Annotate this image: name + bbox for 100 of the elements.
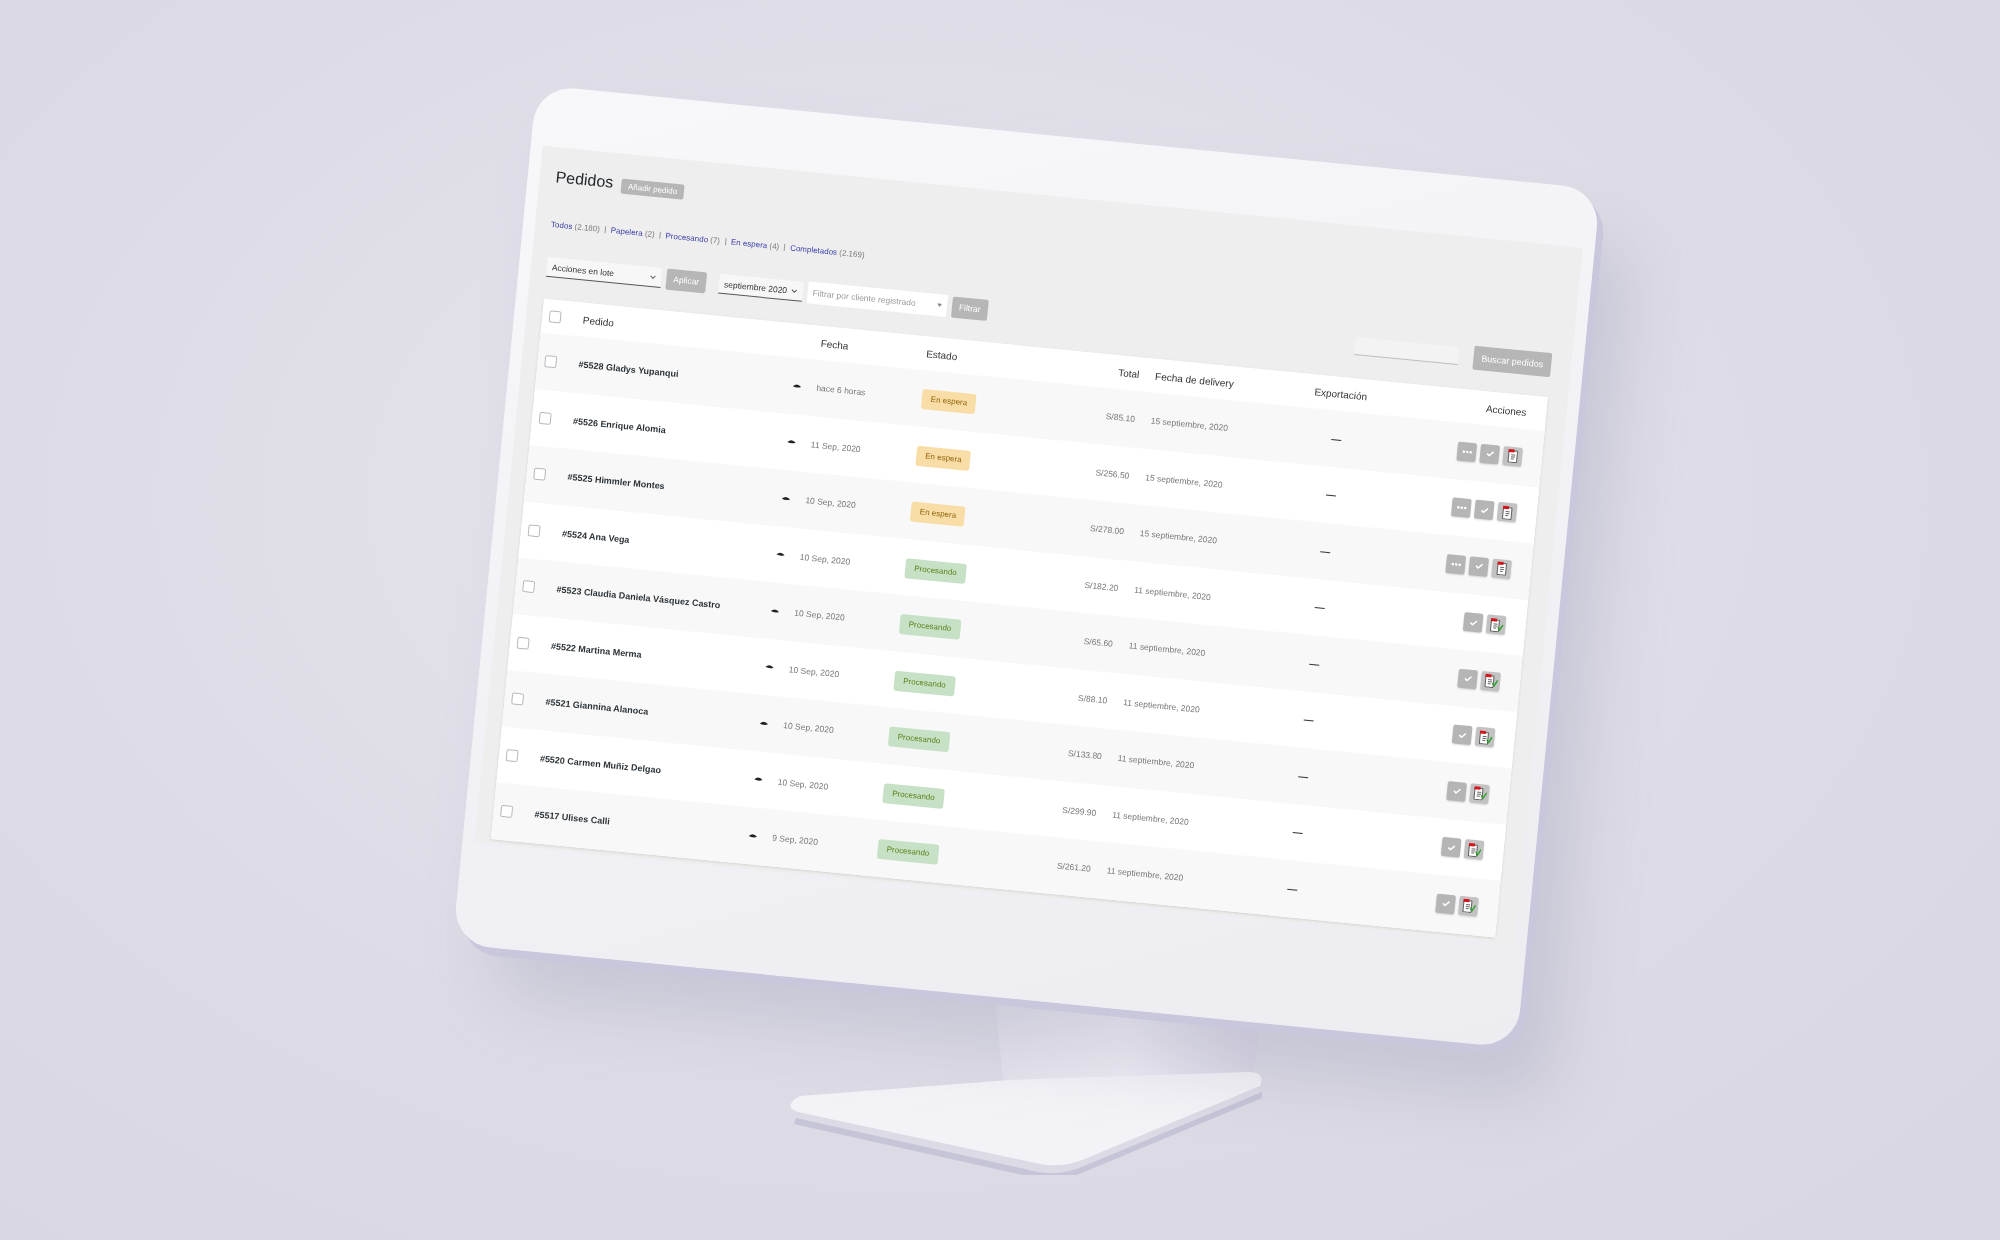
dots-icon (1450, 562, 1461, 567)
eye-icon (759, 720, 769, 727)
filter-link[interactable]: Todos (2.180) (550, 219, 601, 234)
status-badge: Procesando (893, 670, 956, 697)
order-link[interactable]: #5522 Martina Merma (550, 640, 643, 660)
eye-icon (781, 495, 791, 502)
chevron-down-icon (649, 274, 657, 279)
order-total: S/133.80 (1067, 748, 1103, 762)
column-header: Total (1117, 366, 1140, 380)
more-actions-button[interactable] (1456, 441, 1478, 463)
row-checkbox[interactable] (544, 355, 558, 369)
order-link[interactable]: #5520 Carmen Muñiz Delgao (539, 753, 662, 776)
invoice-button[interactable] (1485, 614, 1507, 636)
export-status: — (1314, 601, 1326, 614)
order-total: S/256.50 (1095, 467, 1130, 481)
invoice-button[interactable] (1474, 726, 1496, 748)
order-date: 10 Sep, 2020 (793, 607, 846, 623)
eye-icon (753, 776, 764, 783)
order-date: hace 6 horas (815, 382, 866, 398)
row-checkbox[interactable] (538, 411, 552, 425)
filter-link[interactable]: En espera (4) (730, 237, 780, 251)
row-checkbox[interactable] (505, 748, 519, 762)
export-status: — (1297, 770, 1309, 783)
export-status: — (1286, 882, 1298, 895)
order-date: 10 Sep, 2020 (777, 776, 829, 792)
order-link[interactable]: #5517 Ulises Calli (533, 809, 611, 827)
document-icon (1499, 504, 1515, 521)
page-title: Pedidos (554, 168, 615, 192)
more-actions-button[interactable] (1445, 553, 1467, 575)
delivery-date: 11 septiembre, 2020 (1122, 696, 1201, 715)
invoice-button[interactable] (1469, 783, 1490, 804)
row-checkbox[interactable] (533, 467, 547, 481)
invoice-button[interactable] (1463, 839, 1485, 861)
status-badge: Procesando (898, 614, 962, 641)
status-badge: Procesando (904, 558, 967, 584)
order-link[interactable]: #5528 Gladys Yupanqui (578, 359, 679, 380)
eye-icon (792, 383, 802, 389)
check-icon (1457, 731, 1467, 739)
delivery-date: 11 septiembre, 2020 (1128, 640, 1206, 659)
check-icon (1463, 675, 1472, 683)
filter-link[interactable]: Completados (2.169) (789, 242, 866, 260)
export-status: — (1303, 714, 1315, 726)
order-link[interactable]: #5521 Giannina Alanoca (545, 697, 649, 717)
column-header: Estado (925, 347, 958, 362)
order-link[interactable]: #5525 Himmler Montes (567, 472, 666, 492)
order-total: S/85.10 (1105, 411, 1136, 425)
column-header: Fecha (820, 337, 850, 352)
filter-link[interactable]: Papelera (2) (610, 225, 656, 239)
delivery-date: 11 septiembre, 2020 (1133, 584, 1212, 602)
column-header: Fecha de delivery (1154, 370, 1235, 389)
document-check-icon (1460, 898, 1477, 914)
order-link[interactable]: #5524 Ana Vega (561, 528, 630, 545)
order-date: 10 Sep, 2020 (799, 551, 851, 567)
order-total: S/182.20 (1084, 579, 1119, 593)
export-status: — (1325, 489, 1337, 502)
order-total: S/65.60 (1083, 636, 1114, 649)
delivery-date: 11 septiembre, 2020 (1117, 753, 1195, 771)
document-check-icon (1471, 785, 1488, 802)
dots-icon (1461, 449, 1472, 454)
eye-icon (786, 439, 797, 446)
export-status: — (1330, 432, 1342, 445)
order-link[interactable]: #5526 Enrique Alomia (572, 415, 667, 435)
select-all-checkbox[interactable] (548, 310, 562, 324)
delivery-date: 15 septiembre, 2020 (1139, 528, 1218, 546)
export-status: — (1292, 826, 1304, 839)
check-icon (1474, 563, 1483, 570)
order-date: 10 Sep, 2020 (804, 495, 857, 511)
row-checkbox[interactable] (527, 524, 541, 538)
delivery-date: 11 septiembre, 2020 (1111, 809, 1190, 827)
invoice-button[interactable] (1496, 502, 1518, 523)
more-actions-button[interactable] (1450, 497, 1472, 519)
order-date: 11 Sep, 2020 (810, 439, 862, 454)
export-status: — (1319, 545, 1331, 558)
filter-link[interactable]: Procesando (7) (665, 230, 721, 245)
check-icon (1485, 450, 1494, 458)
check-icon (1479, 506, 1489, 514)
document-check-icon (1477, 729, 1493, 745)
check-icon (1441, 900, 1450, 908)
order-link[interactable]: #5523 Claudia Daniela Vásquez Castro (556, 584, 721, 611)
order-total: S/278.00 (1089, 523, 1125, 537)
invoice-button[interactable] (1491, 558, 1512, 579)
status-badge: Procesando (882, 782, 945, 809)
invoice-button[interactable] (1458, 895, 1479, 917)
row-checkbox[interactable] (522, 580, 536, 594)
row-checkbox[interactable] (516, 636, 530, 650)
row-checkbox[interactable] (500, 805, 514, 819)
row-checkbox[interactable] (511, 692, 525, 706)
dots-icon (1456, 505, 1467, 510)
export-status: — (1308, 657, 1320, 670)
status-badge: En espera (909, 501, 966, 527)
month-select[interactable]: septiembre 2020 (718, 273, 804, 302)
bulk-actions-select[interactable]: Acciones en lote (546, 256, 663, 288)
check-icon (1446, 844, 1456, 851)
invoice-button[interactable] (1480, 670, 1501, 692)
column-header: Exportación (1314, 385, 1368, 402)
status-badge: En espera (915, 445, 972, 471)
column-header: Acciones (1485, 402, 1527, 418)
document-check-icon (1488, 617, 1504, 633)
document-icon (1504, 448, 1521, 464)
invoice-button[interactable] (1502, 445, 1523, 467)
